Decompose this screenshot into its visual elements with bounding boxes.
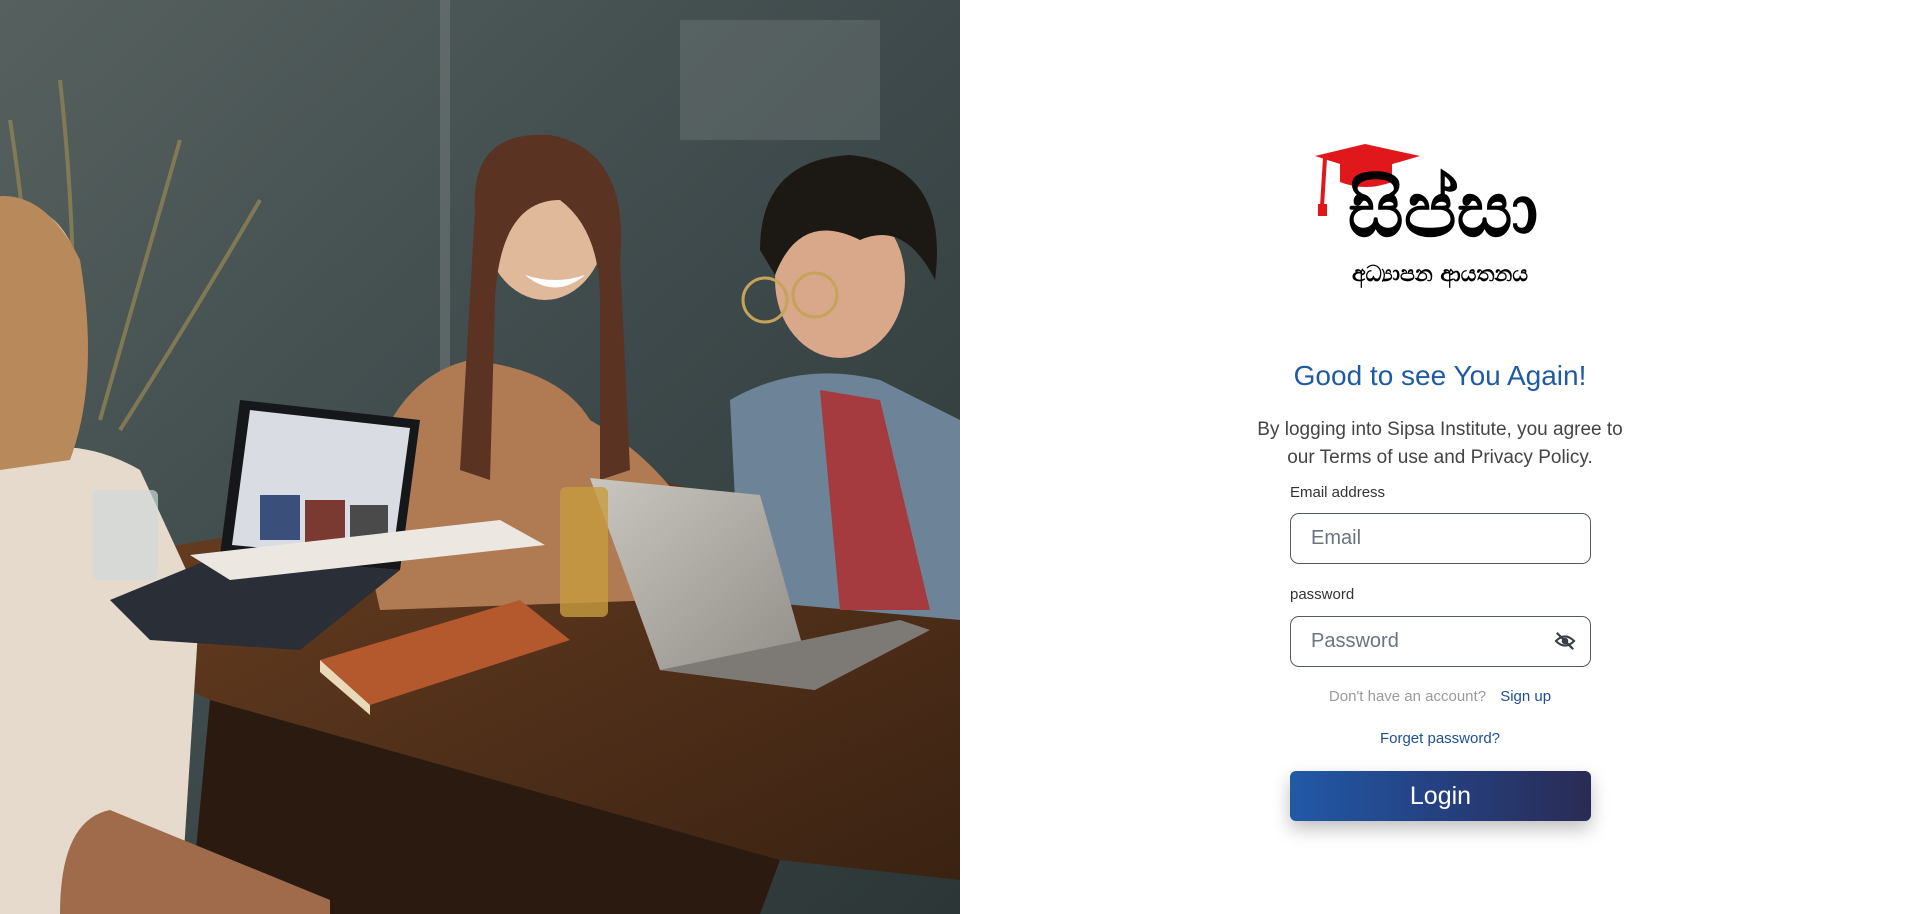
password-label: password: [1290, 586, 1355, 603]
signup-row: Don't have an account? Sign up: [1190, 688, 1690, 705]
hero-photo: [0, 0, 960, 914]
password-input[interactable]: [1311, 617, 1551, 665]
signup-link[interactable]: Sign up: [1500, 688, 1551, 705]
email-field-wrapper: [1290, 513, 1591, 564]
logo-subtitle: අධ්‍යාපන ආයතනය: [1351, 262, 1529, 287]
forgot-password-link[interactable]: Forget password?: [1190, 730, 1690, 747]
login-page: සිප්සා අධ්‍යාපන ආයතනය Good to see You Ag…: [0, 0, 1920, 914]
students-at-table-image: [0, 0, 960, 914]
eye-off-icon[interactable]: [1554, 631, 1576, 651]
welcome-heading: Good to see You Again!: [1293, 360, 1587, 391]
email-input[interactable]: [1311, 514, 1551, 562]
email-label: Email address: [1290, 484, 1386, 501]
no-account-text: Don't have an account?: [1328, 688, 1487, 705]
login-button[interactable]: Login: [1290, 771, 1591, 821]
password-field-wrapper: [1290, 616, 1591, 667]
sipsa-logo: සිප්සා අධ්‍යාපන ආයතනය: [1310, 144, 1570, 294]
agreement-text: By logging into Sipsa Institute, you agr…: [1257, 419, 1623, 468]
logo-title: සිප්සා: [1347, 165, 1539, 255]
